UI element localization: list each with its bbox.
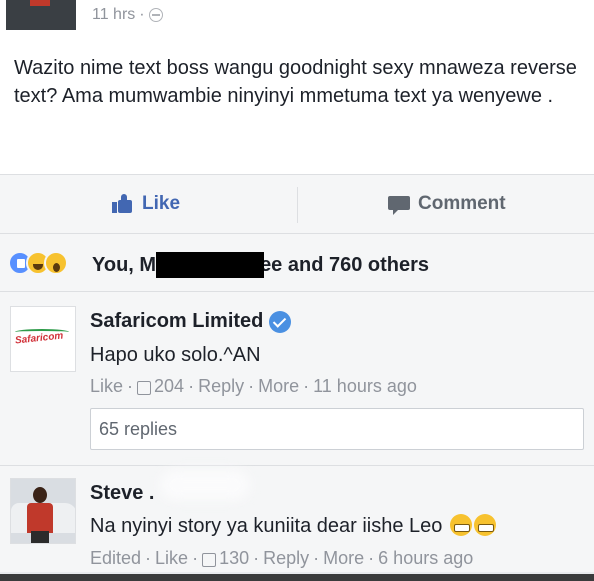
grimacing-face-icon [473,514,496,536]
meta-separator: · [139,6,145,23]
post-text: Wazito nime text boss wangu goodnight se… [14,57,577,107]
replies-count-label: 65 replies [99,419,178,439]
steve-avatar[interactable] [10,478,76,544]
comment-like-link[interactable]: Like [155,548,188,569]
poster-avatar[interactable] [6,0,76,30]
commenter-name[interactable]: Safaricom Limited [90,310,292,333]
thumbs-up-icon [137,380,152,395]
wow-reaction-icon [44,251,68,275]
redaction-bar [156,252,264,278]
post-action-bar: Like Comment [0,174,594,234]
like-label: Like [142,193,181,214]
commenter-name-text[interactable]: Safaricom Limited [90,310,263,333]
comment-edited-label[interactable]: Edited [90,548,141,569]
grimacing-face-icon [449,514,472,536]
comment-button[interactable]: Comment [388,193,506,215]
comments-section: Safaricom Safaricom Limited Hapo uko sol… [0,292,594,572]
comment-reply-link[interactable]: Reply [198,376,244,397]
blurred-surname [160,470,250,500]
comment-timestamp[interactable]: 11 hours ago [313,376,417,397]
thumbs-up-icon [202,552,217,567]
post-card: 11 hrs · Wazito nime text boss wangu goo… [0,0,594,174]
post-timestamp[interactable]: 11 hrs [92,6,135,24]
comment-text: Hapo uko solo.^AN [90,344,261,366]
reaction-icons [8,251,68,275]
commenter-name-text[interactable]: Steve . [90,482,154,505]
avatar-shirt [30,0,50,6]
verified-badge-icon [269,310,292,333]
reactions-summary[interactable]: You, M ee and 760 others [0,234,594,292]
reactions-text-end: ee and 760 others [260,254,430,276]
comment-label: Comment [418,193,506,214]
comment-like-link[interactable]: Like [90,376,123,397]
globe-icon[interactable] [148,8,163,22]
screen-bottom-bar [0,574,594,581]
thumbs-up-icon [112,194,134,214]
comment-text-body: Na nyinyi story ya kuniita dear iishe Le… [90,515,443,537]
post-meta: 11 hrs · [92,6,163,24]
comment-text: Na nyinyi story ya kuniita dear iishe Le… [90,514,496,538]
view-replies-button[interactable]: 65 replies [90,408,584,450]
like-button[interactable]: Like [112,193,180,215]
comment-divider [0,465,594,466]
comment-bubble-icon [388,194,410,215]
comment-timestamp[interactable]: 6 hours ago [378,548,473,569]
comment-like-count[interactable]: 204 [154,376,184,397]
safaricom-avatar[interactable]: Safaricom [10,306,76,372]
comment-like-count[interactable]: 130 [219,548,249,569]
comment-actions: Edited · Like · 130 · Reply · More · 6 h… [90,548,474,569]
commenter-name[interactable]: Steve . [90,482,154,505]
comment-actions: Like · 204 · Reply · More · 11 hours ago [90,376,417,397]
comment-more-link[interactable]: More [258,376,299,397]
comment-more-link[interactable]: More [323,548,364,569]
reactions-text-start: You, M [92,254,157,276]
action-divider [297,187,298,223]
comment-reply-link[interactable]: Reply [263,548,309,569]
